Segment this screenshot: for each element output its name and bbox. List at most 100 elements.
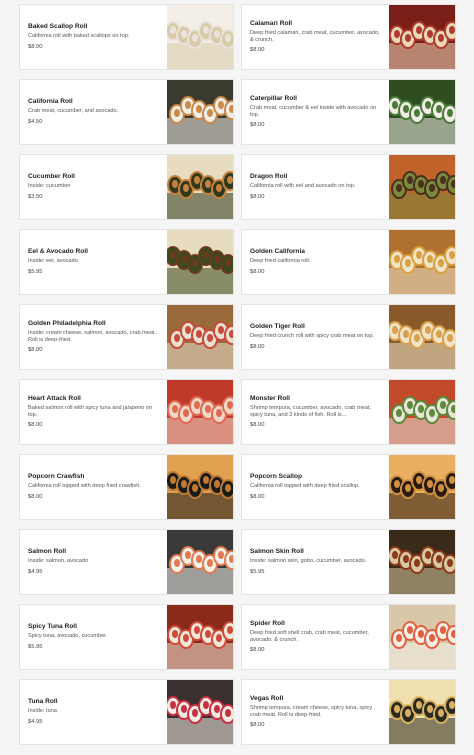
menu-item-info: Spicy Tuna Roll Spicy tuna, avocado, cucu… [20,605,167,669]
menu-item-info: Caterpillar Roll Crab meat, cucumber & ee… [242,80,389,144]
menu-item-price: $3.50 [28,193,43,200]
menu-item-price: $8.00 [250,122,265,129]
menu-item-card[interactable]: Salmon Skin Roll Inside: salmon skin, gob… [241,529,456,595]
menu-item-info: Baked Scallop Roll California roll with b… [20,5,167,69]
menu-item-card[interactable]: Tuna Roll Inside: tuna $4.95 [19,679,234,745]
california-roll-photo[interactable] [167,80,233,144]
menu-item-price: $8.00 [28,347,43,354]
menu-item-card[interactable]: Golden Tiger Roll Deep fried crunch roll … [241,304,456,370]
menu-item-description: Shrimp tempura, cream cheese, spicy tuna… [250,704,373,718]
golden-philadelphia-roll-photo[interactable] [167,305,233,369]
menu-item-price: $8.00 [250,493,265,500]
menu-item-card[interactable]: Calamari Roll Deep fried calamari, crab m… [241,4,456,70]
menu-item-card[interactable]: Popcorn Crawfish California roll topped w… [19,454,234,520]
menu-item-info: Dragon Roll California roll with eel and … [242,155,389,219]
menu-item-name: Salmon Skin Roll [250,548,304,556]
menu-item-description: Crab meat, cucumber, and avocado. [28,108,119,115]
menu-item-description: Deep fried calamari, crab meat, cucumber… [250,29,380,43]
menu-item-description: California roll topped with deep fried s… [250,483,360,490]
menu-item-info: Vegas Roll Shrimp tempura, cream cheese, … [242,680,389,744]
menu-item-name: California Roll [28,98,73,106]
menu-item-name: Salmon Roll [28,548,67,556]
menu-item-price: $8.00 [250,47,265,54]
menu-item-price: $8.00 [250,193,265,200]
salmon-roll-photo[interactable] [167,530,233,594]
menu-item-name: Eel & Avocado Roll [28,248,88,256]
menu-item-description: Crab meat, cucumber & eel inside with av… [250,104,377,118]
salmon-skin-roll-photo[interactable] [389,530,455,594]
menu-item-card[interactable]: Vegas Roll Shrimp tempura, cream cheese, … [241,679,456,745]
menu-item-info: Spider Roll Deep fried soft shell crab, c… [242,605,389,669]
caterpillar-roll-photo[interactable] [389,80,455,144]
menu-item-card[interactable]: Salmon Roll Inside: salmon, avocado $4.95 [19,529,234,595]
menu-item-info: Cucumber Roll Inside: cucumber $3.50 [20,155,167,219]
menu-item-price: $5.95 [28,268,43,275]
menu-item-card[interactable]: Monster Roll Shrimp tempura, cucumber, av… [241,379,456,445]
eel-avocado-roll-photo[interactable] [167,230,233,294]
menu-item-info: Salmon Roll Inside: salmon, avocado $4.95 [20,530,167,594]
menu-item-description: Deep fried crunch roll with spicy crab m… [250,333,375,340]
dragon-roll-photo[interactable] [389,155,455,219]
menu-item-price: $5.95 [250,568,265,575]
menu-item-description: Inside: tuna [28,708,57,715]
menu-item-description: Inside: cucumber [28,183,71,190]
golden-tiger-roll-photo[interactable] [389,305,455,369]
spicy-tuna-roll-photo[interactable] [167,605,233,669]
menu-item-description: California roll with eel and avocado on … [250,183,356,190]
menu-item-name: Golden Tiger Roll [250,323,305,331]
menu-item-name: Baked Scallop Roll [28,23,88,31]
menu-item-info: Popcorn Scallop California roll topped wi… [242,455,389,519]
menu-item-description: Inside: eel, avocado [28,258,78,265]
golden-california-photo[interactable] [389,230,455,294]
menu-item-card[interactable]: Golden California Deep fried california r… [241,229,456,295]
menu-item-info: Popcorn Crawfish California roll topped w… [20,455,167,519]
menu-grid: Baked Scallop Roll California roll with b… [19,4,456,745]
menu-item-description: Inside: salmon, avocado [28,558,89,565]
popcorn-scallop-photo[interactable] [389,455,455,519]
menu-item-card[interactable]: Popcorn Scallop California roll topped wi… [241,454,456,520]
menu-item-card[interactable]: Caterpillar Roll Crab meat, cucumber & ee… [241,79,456,145]
calamari-roll-photo[interactable] [389,5,455,69]
menu-item-name: Cucumber Roll [28,173,75,181]
menu-item-card[interactable]: Dragon Roll California roll with eel and … [241,154,456,220]
menu-item-description: Inside: salmon skin, gobo, cucumber, avo… [250,558,367,565]
menu-item-name: Vegas Roll [250,694,284,702]
menu-item-description: Spicy tuna, avocado, cucumber. [28,633,108,640]
menu-item-info: Salmon Skin Roll Inside: salmon skin, gob… [242,530,389,594]
menu-item-description: Deep fried california roll. [250,258,311,265]
heart-attack-roll-photo[interactable] [167,380,233,444]
menu-item-description: California roll with baked scallops on t… [28,33,130,40]
baked-scallop-roll-photo[interactable] [167,5,233,69]
menu-item-info: Golden Philadelphia Roll Inside: cream ch… [20,305,167,369]
menu-item-info: Golden Tiger Roll Deep fried crunch roll … [242,305,389,369]
menu-item-name: Calamari Roll [250,19,293,27]
cucumber-roll-photo[interactable] [167,155,233,219]
menu-item-card[interactable]: Spider Roll Deep fried soft shell crab, c… [241,604,456,670]
menu-item-card[interactable]: Eel & Avocado Roll Inside: eel, avocado $5… [19,229,234,295]
menu-item-info: Eel & Avocado Roll Inside: eel, avocado $5… [20,230,167,294]
menu-item-name: Popcorn Crawfish [28,473,85,481]
menu-item-card[interactable]: California Roll Crab meat, cucumber, and … [19,79,234,145]
spider-roll-photo[interactable] [389,605,455,669]
menu-item-name: Dragon Roll [250,173,288,181]
menu-item-name: Golden California [250,248,305,256]
tuna-roll-photo[interactable] [167,680,233,744]
menu-item-name: Heart Attack Roll [28,394,81,402]
menu-item-name: Caterpillar Roll [250,94,297,102]
monster-roll-photo[interactable] [389,380,455,444]
vegas-roll-photo[interactable] [389,680,455,744]
menu-item-info: Heart Attack Roll Baked salmon roll with … [20,380,167,444]
menu-item-card[interactable]: Golden Philadelphia Roll Inside: cream ch… [19,304,234,370]
menu-item-card[interactable]: Heart Attack Roll Baked salmon roll with … [19,379,234,445]
menu-item-description: Shrimp tempura, cucumber, avocado, crab … [250,404,371,418]
popcorn-crawfish-photo[interactable] [167,455,233,519]
menu-item-description: Inside: cream cheese, salmon, avocado, c… [28,329,157,343]
menu-item-card[interactable]: Spicy Tuna Roll Spicy tuna, avocado, cucu… [19,604,234,670]
menu-item-card[interactable]: Cucumber Roll Inside: cucumber $3.50 [19,154,234,220]
menu-item-name: Tuna Roll [28,698,58,706]
menu-item-description: Deep fried soft shell crab, crab meat, c… [250,629,369,643]
menu-item-info: Tuna Roll Inside: tuna $4.95 [20,680,167,744]
menu-item-price: $8.00 [250,722,265,729]
menu-item-card[interactable]: Baked Scallop Roll California roll with b… [19,4,234,70]
menu-item-price: $8.00 [28,493,43,500]
